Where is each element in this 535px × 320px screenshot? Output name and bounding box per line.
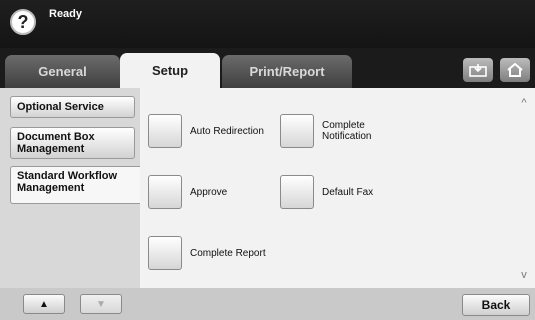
scroll-down-icon[interactable]: v	[516, 268, 532, 282]
home-icon	[507, 63, 523, 77]
option-button[interactable]	[280, 175, 314, 209]
page-up-button[interactable]: ▲	[23, 294, 65, 314]
tray-icon	[469, 64, 487, 77]
page-down-button[interactable]: ▼	[80, 294, 122, 314]
option-default-fax[interactable]: Default Fax	[280, 175, 373, 209]
sidebar-item-document-box-management[interactable]: Document Box Management	[10, 127, 135, 159]
tray-button[interactable]	[463, 58, 493, 82]
tab-general[interactable]: General	[5, 55, 120, 88]
help-icon: ?	[17, 11, 29, 32]
help-button[interactable]: ?	[10, 9, 36, 35]
option-complete-report[interactable]: Complete Report	[148, 236, 266, 270]
option-auto-redirection[interactable]: Auto Redirection	[148, 114, 264, 148]
option-label: Default Fax	[322, 186, 374, 198]
scroll-up-icon[interactable]: ^	[516, 96, 532, 110]
option-button[interactable]	[148, 175, 182, 209]
option-complete-notification[interactable]: Complete Notification	[280, 114, 392, 148]
tab-setup[interactable]: Setup	[120, 53, 220, 88]
arrow-up-icon: ▲	[39, 298, 49, 310]
option-label: Complete Report	[190, 247, 266, 259]
back-button[interactable]: Back	[462, 294, 530, 316]
arrow-down-icon: ▼	[96, 298, 106, 310]
home-button[interactable]	[500, 58, 530, 82]
option-approve[interactable]: Approve	[148, 175, 227, 209]
option-button[interactable]	[148, 236, 182, 270]
tab-print-report[interactable]: Print/Report	[222, 55, 352, 88]
option-button[interactable]	[280, 114, 314, 148]
option-label: Approve	[190, 186, 228, 198]
option-label: Complete Notification	[322, 120, 372, 142]
option-button[interactable]	[148, 114, 182, 148]
sidebar-item-optional-service[interactable]: Optional Service	[10, 96, 135, 118]
sidebar-item-standard-workflow-management[interactable]: Standard Workflow Management	[10, 166, 141, 204]
machine-status: Ready	[49, 8, 83, 20]
option-label: Auto Redirection	[190, 125, 264, 137]
